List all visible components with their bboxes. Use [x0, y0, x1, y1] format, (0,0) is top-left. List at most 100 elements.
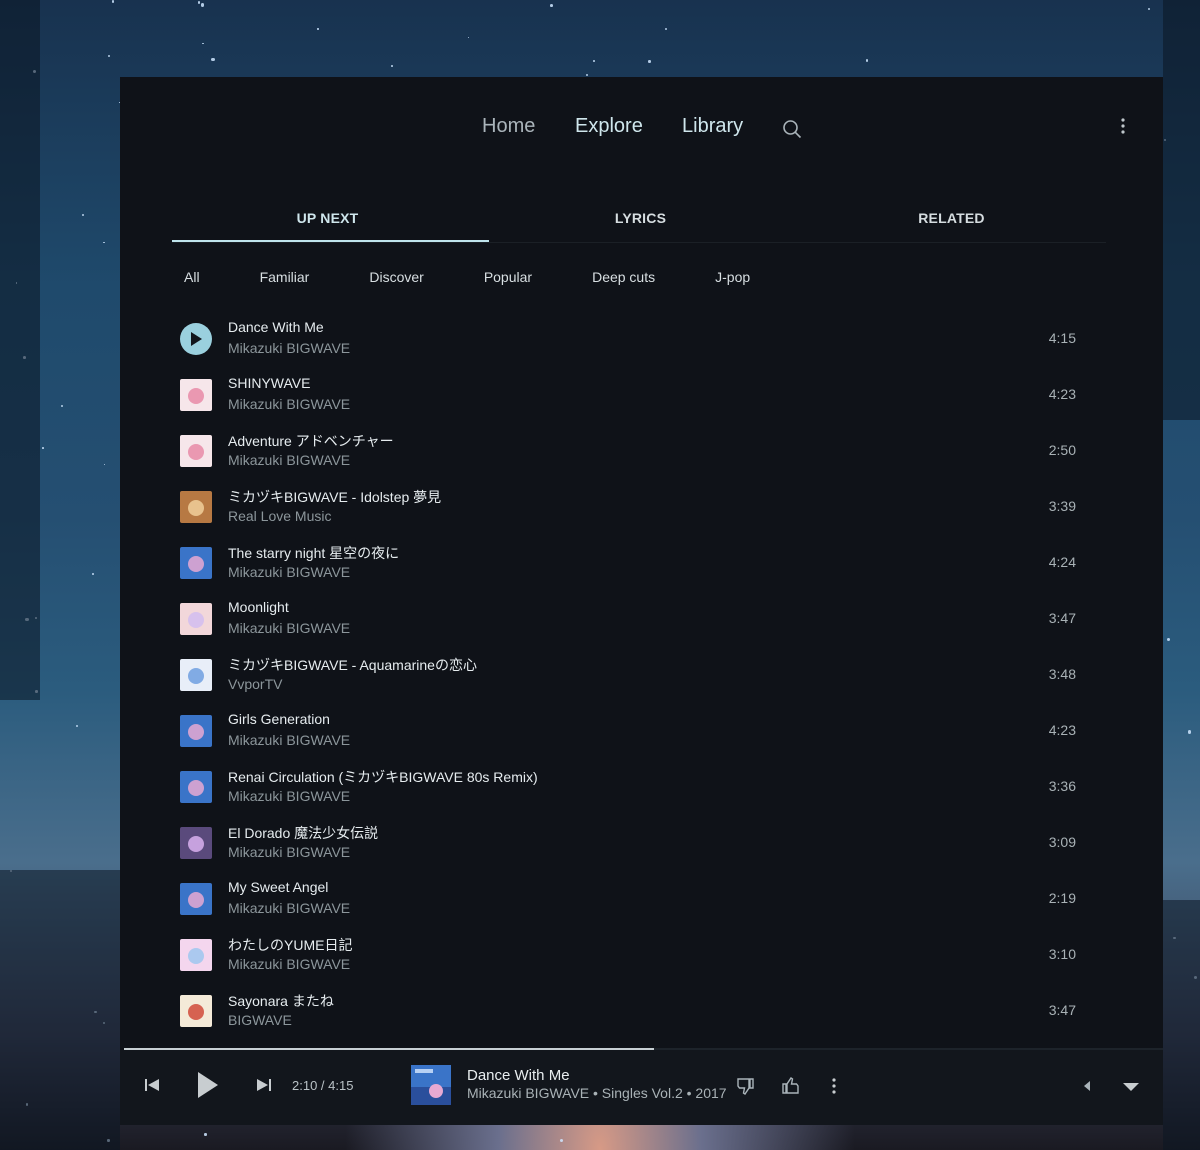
tree-silhouette	[0, 870, 120, 1150]
track-title[interactable]: The starry night 星空の夜に	[228, 543, 399, 563]
track-artist[interactable]: Mikazuki BIGWAVE	[228, 788, 350, 804]
expand-down-icon[interactable]	[1122, 1082, 1140, 1092]
thumb-up-icon[interactable]	[780, 1076, 800, 1096]
queue-row[interactable]: ミカヅキBIGWAVE - Idolstep 夢見 Real Love Music…	[172, 479, 1106, 535]
track-title[interactable]: わたしのYUME日記	[228, 935, 352, 955]
track-title[interactable]: Sayonara またね	[228, 991, 334, 1011]
queue-row[interactable]: わたしのYUME日記 Mikazuki BIGWAVE 3:10	[172, 927, 1106, 983]
track-thumbnail[interactable]	[180, 659, 212, 691]
track-artist[interactable]: Real Love Music	[228, 508, 332, 524]
player-bar: 2:10 / 4:15 Dance With Me Mikazuki BIGWA…	[120, 1050, 1163, 1125]
track-thumbnail[interactable]	[180, 435, 212, 467]
track-artist[interactable]: Mikazuki BIGWAVE	[228, 956, 350, 972]
track-artist[interactable]: VvporTV	[228, 676, 282, 692]
track-thumbnail[interactable]	[180, 827, 212, 859]
track-thumbnail[interactable]	[180, 939, 212, 971]
queue-row[interactable]: SHINYWAVE Mikazuki BIGWAVE 4:23	[172, 367, 1106, 423]
previous-icon[interactable]	[144, 1077, 160, 1093]
track-artist[interactable]: Mikazuki BIGWAVE	[228, 844, 350, 860]
queue-row[interactable]: Adventure アドベンチャー Mikazuki BIGWAVE 2:50	[172, 423, 1106, 479]
chip-popular[interactable]: Popular	[472, 267, 544, 287]
track-thumbnail[interactable]	[180, 715, 212, 747]
now-playing-subtitle[interactable]: Mikazuki BIGWAVE • Singles Vol.2 • 2017	[467, 1085, 727, 1101]
track-duration: 3:36	[1048, 778, 1076, 794]
tab-related[interactable]: RELATED	[796, 210, 1107, 226]
track-title[interactable]: Adventure アドベンチャー	[228, 431, 394, 451]
more-vert-icon[interactable]	[1117, 117, 1129, 137]
nav-library[interactable]: Library	[682, 115, 743, 138]
star	[200, 3, 205, 7]
queue-row[interactable]: Girls Generation Mikazuki BIGWAVE 4:23	[172, 703, 1106, 759]
tab-lyrics[interactable]: LYRICS	[485, 210, 796, 226]
track-duration: 4:23	[1048, 722, 1076, 738]
star	[42, 447, 44, 449]
nav-explore[interactable]: Explore	[575, 115, 643, 138]
track-thumbnail[interactable]	[180, 379, 212, 411]
track-artist[interactable]: Mikazuki BIGWAVE	[228, 340, 350, 356]
track-thumbnail[interactable]	[180, 547, 212, 579]
star	[560, 1139, 564, 1143]
queue-row[interactable]: My Sweet Angel Mikazuki BIGWAVE 2:19	[172, 871, 1106, 927]
track-title[interactable]: SHINYWAVE	[228, 375, 310, 391]
track-artist[interactable]: Mikazuki BIGWAVE	[228, 452, 350, 468]
search-icon[interactable]	[782, 119, 802, 139]
track-duration: 3:48	[1048, 666, 1076, 682]
nav-home[interactable]: Home	[482, 115, 535, 138]
track-artist[interactable]: Mikazuki BIGWAVE	[228, 620, 350, 636]
track-thumbnail[interactable]	[180, 883, 212, 915]
star	[91, 573, 94, 576]
track-title[interactable]: My Sweet Angel	[228, 879, 328, 895]
track-thumbnail[interactable]	[180, 603, 212, 635]
track-thumbnail[interactable]	[180, 995, 212, 1027]
play-icon[interactable]	[196, 1071, 220, 1099]
tree-silhouette	[1163, 900, 1200, 1150]
chip-j-pop[interactable]: J-pop	[703, 267, 762, 287]
star	[75, 725, 78, 728]
track-artist[interactable]: BIGWAVE	[228, 1012, 292, 1028]
queue-row[interactable]: The starry night 星空の夜に Mikazuki BIGWAVE 4:…	[172, 535, 1106, 591]
track-title[interactable]: Moonlight	[228, 599, 289, 615]
star	[61, 404, 64, 407]
play-icon[interactable]	[180, 323, 212, 355]
star	[592, 59, 595, 62]
tab-divider	[172, 242, 1106, 243]
track-title[interactable]: Dance With Me	[228, 319, 324, 335]
chip-all[interactable]: All	[172, 267, 212, 287]
track-artist[interactable]: Mikazuki BIGWAVE	[228, 732, 350, 748]
track-title[interactable]: ミカヅキBIGWAVE - Aquamarineの恋心	[228, 655, 477, 675]
volume-left-arrow-icon[interactable]	[1082, 1080, 1092, 1092]
tab-up-next[interactable]: UP NEXT	[172, 210, 483, 226]
track-duration: 4:15	[1048, 330, 1076, 346]
track-artist[interactable]: Mikazuki BIGWAVE	[228, 564, 350, 580]
track-artist[interactable]: Mikazuki BIGWAVE	[228, 900, 350, 916]
active-tab-indicator	[172, 240, 489, 242]
track-duration: 3:47	[1048, 1002, 1076, 1018]
queue-list: Dance With Me Mikazuki BIGWAVE 4:15 SHINYWA…	[172, 311, 1106, 1039]
star	[1167, 638, 1171, 642]
queue-row[interactable]: Moonlight Mikazuki BIGWAVE 3:47	[172, 591, 1106, 647]
star	[866, 59, 869, 62]
star	[204, 1133, 207, 1136]
track-title[interactable]: Renai Circulation (ミカヅキBIGWAVE 80s Remix…	[228, 767, 538, 787]
track-title[interactable]: ミカヅキBIGWAVE - Idolstep 夢見	[228, 487, 441, 507]
track-thumbnail[interactable]	[180, 491, 212, 523]
more-vert-icon[interactable]	[829, 1076, 839, 1096]
track-artist[interactable]: Mikazuki BIGWAVE	[228, 396, 350, 412]
queue-row[interactable]: Renai Circulation (ミカヅキBIGWAVE 80s Remix…	[172, 759, 1106, 815]
queue-row[interactable]: ミカヅキBIGWAVE - Aquamarineの恋心 VvporTV 3:48	[172, 647, 1106, 703]
track-title[interactable]: El Dorado 魔法少女伝説	[228, 823, 378, 843]
track-thumbnail[interactable]	[180, 771, 212, 803]
thumb-down-icon[interactable]	[736, 1076, 756, 1096]
chip-familiar[interactable]: Familiar	[248, 267, 322, 287]
tree-silhouette	[0, 0, 40, 700]
queue-row[interactable]: El Dorado 魔法少女伝説 Mikazuki BIGWAVE 3:09	[172, 815, 1106, 871]
now-playing-title[interactable]: Dance With Me	[467, 1067, 570, 1084]
chip-discover[interactable]: Discover	[357, 267, 435, 287]
track-duration: 2:50	[1048, 442, 1076, 458]
now-playing-art[interactable]	[411, 1065, 451, 1105]
track-title[interactable]: Girls Generation	[228, 711, 330, 727]
queue-row[interactable]: Dance With Me Mikazuki BIGWAVE 4:15	[172, 311, 1106, 367]
next-icon[interactable]	[256, 1077, 272, 1093]
chip-deep-cuts[interactable]: Deep cuts	[580, 267, 667, 287]
queue-row[interactable]: Sayonara またね BIGWAVE 3:47	[172, 983, 1106, 1039]
